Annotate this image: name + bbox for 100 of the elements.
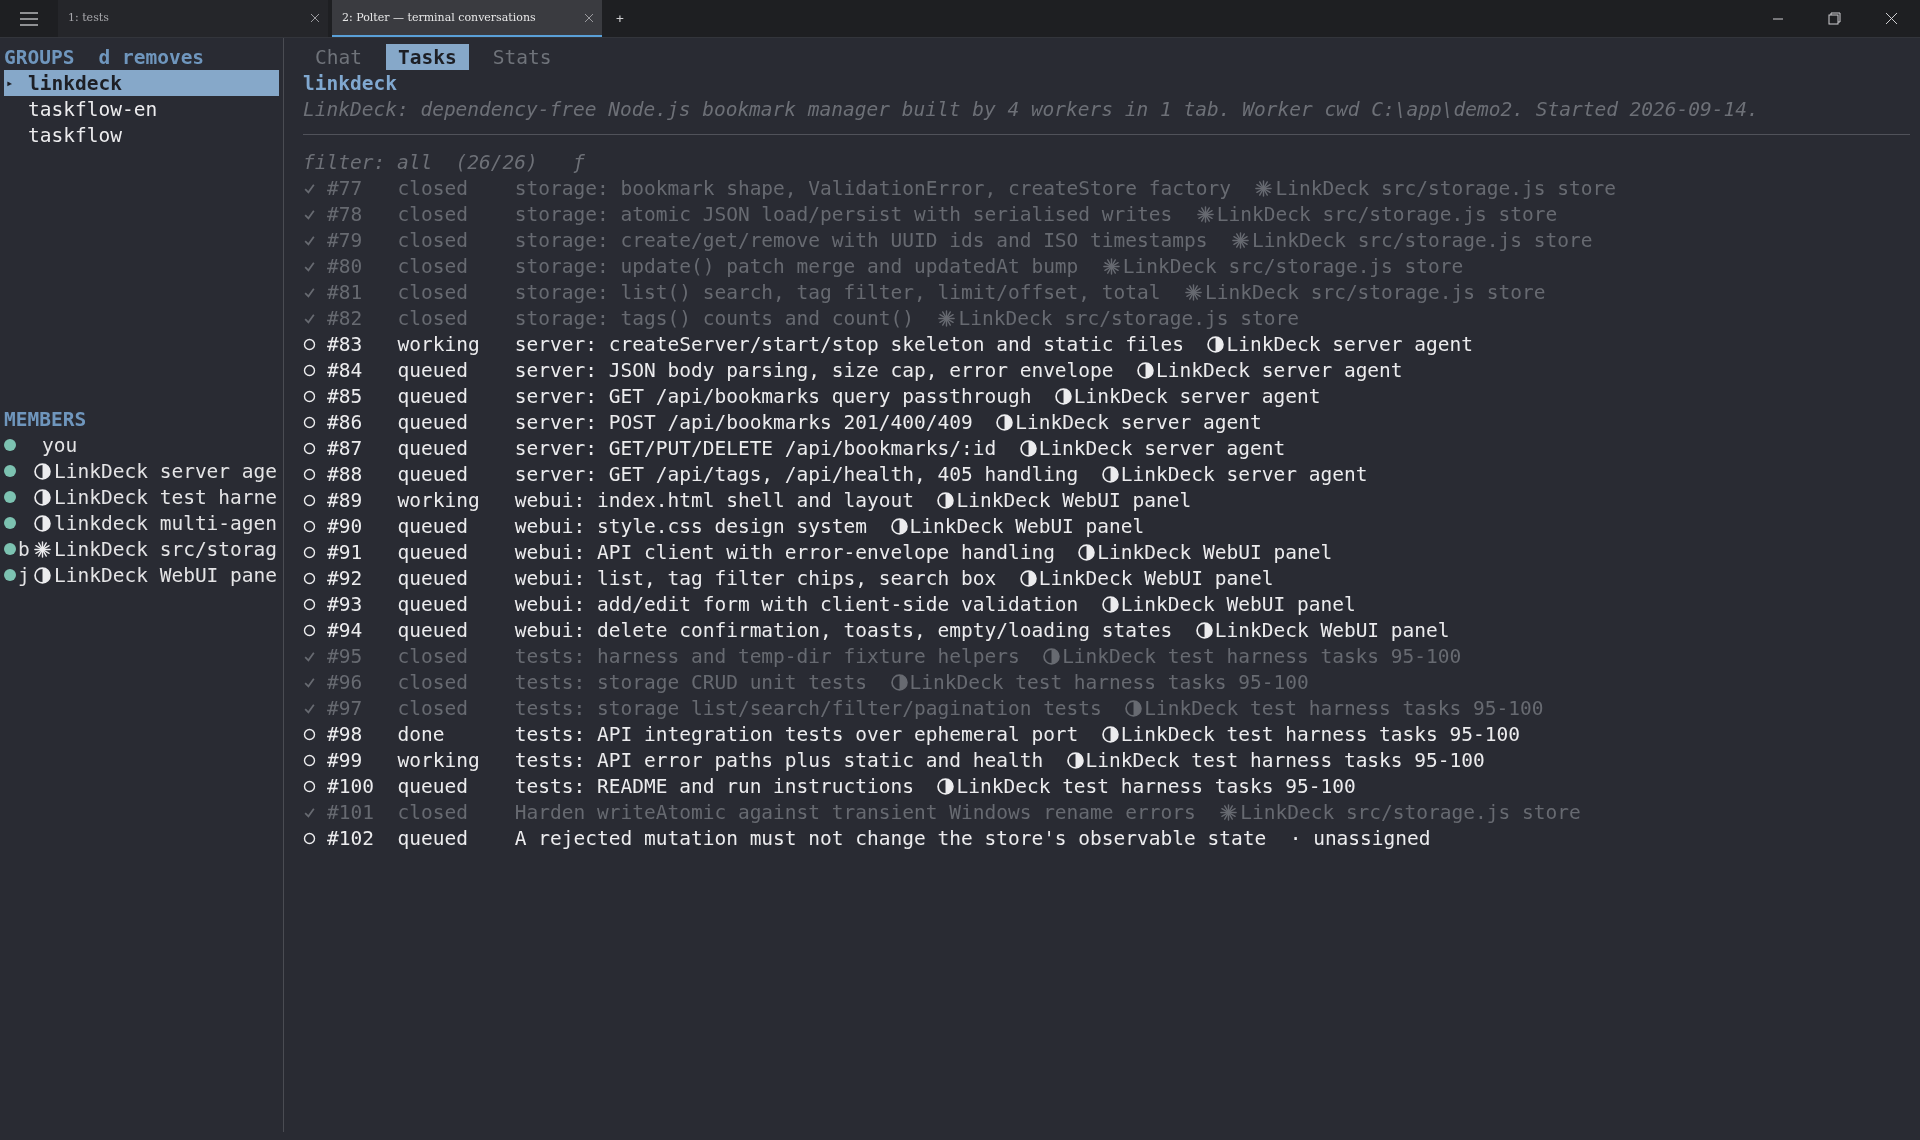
new-tab-button[interactable]: +	[606, 0, 634, 37]
member-name[interactable]: you	[42, 433, 78, 457]
half-circle-icon	[1078, 543, 1096, 561]
task-status: closed	[397, 644, 469, 668]
member-name[interactable]: LinkDeck test harne	[54, 485, 278, 509]
task-title[interactable]: server: JSON body parsing, size cap, error envelope	[514, 358, 1114, 382]
circle-icon	[303, 623, 316, 637]
member-name[interactable]: linkdeck multi-agen	[54, 511, 278, 535]
circle-icon	[303, 545, 316, 559]
task-assignee: LinkDeck src/storage.js store	[1216, 202, 1558, 226]
view-tab[interactable]: Tasks	[385, 44, 469, 70]
section-heading: MEMBERS	[4, 407, 87, 431]
asterisk-icon	[32, 539, 52, 559]
group-item[interactable]: taskflow-en	[4, 96, 279, 122]
member-name[interactable]: LinkDeck WebUI pane	[54, 563, 278, 587]
task-title[interactable]: tests: README and run instructions	[514, 774, 914, 798]
task-title[interactable]: webui: style.css design system	[514, 514, 868, 538]
close-icon[interactable]	[584, 12, 594, 23]
task-title[interactable]: tests: API integration tests over ephemeral port	[514, 722, 1079, 746]
check-icon	[303, 805, 316, 819]
tab-title: 1: tests	[68, 11, 109, 24]
close-icon	[1885, 12, 1898, 25]
task-title[interactable]: A rejected mutation must not change the store's observable state	[514, 826, 1267, 850]
task-id: #81	[327, 280, 364, 304]
task-title[interactable]: server: GET/PUT/DELETE /api/bookmarks/:id	[514, 436, 997, 460]
task-status: queued	[397, 592, 469, 616]
task-assignee: LinkDeck server agent	[1226, 332, 1474, 356]
window-tab[interactable]: 1: tests	[58, 0, 328, 37]
task-id: #85	[327, 384, 364, 408]
task-assignee: LinkDeck server agent	[1156, 358, 1403, 382]
task-status: queued	[397, 384, 469, 408]
check-icon	[303, 233, 316, 247]
asterisk-icon	[937, 308, 957, 328]
task-assignee: LinkDeck WebUI panel	[956, 488, 1192, 512]
circle-icon	[303, 441, 316, 455]
task-id: #80	[327, 254, 364, 278]
task-id: #90	[327, 514, 364, 538]
task-id: #94	[327, 618, 364, 642]
asterisk-icon	[1230, 230, 1250, 250]
task-title[interactable]: tests: API error paths plus static and health	[514, 748, 1044, 772]
task-id: #95	[327, 644, 364, 668]
group-item[interactable]: taskflow	[4, 122, 279, 148]
task-title[interactable]: webui: list, tag filter chips, search box	[514, 566, 997, 590]
half-circle-icon	[1019, 569, 1037, 587]
task-id: #79	[327, 228, 364, 252]
circle-icon	[303, 519, 316, 533]
window-tab[interactable]: 2: Polter — terminal conversations	[332, 0, 602, 37]
half-circle-icon	[1043, 647, 1061, 665]
task-status: closed	[397, 280, 469, 304]
group-item[interactable]: ▸ linkdeck	[4, 70, 279, 96]
task-status: closed	[397, 202, 469, 226]
check-icon	[303, 701, 316, 715]
status-dot	[4, 465, 16, 477]
member-name[interactable]: LinkDeck src/storag	[54, 537, 278, 561]
task-assignee: LinkDeck WebUI panel	[909, 514, 1145, 538]
check-icon	[303, 285, 316, 299]
task-title[interactable]: server: GET /api/bookmarks query passthrough	[514, 384, 1032, 408]
filter-status: filter: all (26/26) ƒ	[303, 149, 586, 175]
task-assignee: LinkDeck test harness tasks 95-100	[1144, 696, 1544, 720]
task-title[interactable]: webui: index.html shell and layout	[514, 488, 914, 512]
task-title[interactable]: webui: add/edit form with client-side validation	[514, 592, 1079, 616]
check-icon	[303, 207, 316, 221]
circle-icon	[303, 337, 316, 351]
circle-icon	[303, 415, 316, 429]
asterisk-icon	[1101, 256, 1121, 276]
task-assignee: · unassigned	[1289, 826, 1431, 850]
task-title[interactable]: webui: API client with error-envelope handling	[514, 540, 1055, 564]
half-circle-icon	[937, 491, 955, 509]
task-assignee: LinkDeck WebUI panel	[1038, 566, 1274, 590]
check-icon	[303, 181, 316, 195]
task-id: #98	[327, 722, 364, 746]
task-assignee: LinkDeck server agent	[1120, 462, 1368, 486]
close-icon[interactable]	[310, 12, 320, 23]
task-title[interactable]: webui: delete confirmation, toasts, empty/loading states	[514, 618, 1173, 642]
task-title[interactable]: server: GET /api/tags, /api/health, 405 handling	[514, 462, 1079, 486]
task-assignee: LinkDeck test harness tasks 95-100	[956, 774, 1356, 798]
task-title[interactable]: server: createServer/start/stop skeleton and static files	[514, 332, 1184, 356]
circle-icon	[303, 727, 316, 741]
task-status: queued	[397, 540, 469, 564]
task-assignee: LinkDeck WebUI panel	[1120, 592, 1356, 616]
half-circle-icon	[1054, 387, 1072, 405]
task-id: #84	[327, 358, 364, 382]
status-dot	[4, 569, 16, 581]
task-assignee: LinkDeck src/storage.js store	[1122, 254, 1464, 278]
task-assignee: LinkDeck src/storage.js store	[958, 306, 1299, 330]
task-id: #99	[327, 748, 364, 772]
task-id: #102	[327, 826, 375, 850]
asterisk-icon	[1195, 204, 1215, 224]
task-title[interactable]: server: POST /api/bookmarks 201/400/409	[514, 410, 973, 434]
member-name[interactable]: LinkDeck server age	[54, 459, 278, 483]
task-status: closed	[397, 306, 469, 330]
task-status: queued	[397, 618, 469, 642]
task-status: queued	[397, 566, 469, 590]
task-id: #91	[327, 540, 364, 564]
half-circle-icon	[33, 514, 51, 532]
task-assignee: LinkDeck src/storage.js store	[1275, 176, 1616, 200]
task-assignee: LinkDeck test harness tasks 95-100	[1062, 644, 1462, 668]
task-status: working	[397, 748, 481, 772]
section-heading: GROUPS	[4, 45, 75, 69]
check-icon	[303, 649, 316, 663]
